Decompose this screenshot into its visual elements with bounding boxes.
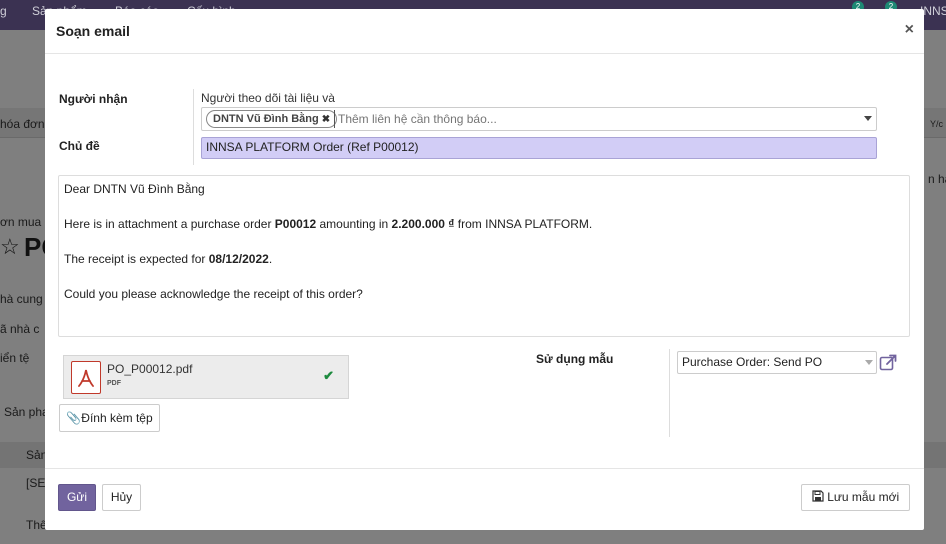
template-value: Purchase Order: Send PO — [682, 355, 823, 369]
recipient-tag-label: DNTN Vũ Đình Bằng — [213, 113, 319, 125]
attachment-file-name[interactable]: PO_P00012.pdf — [107, 362, 192, 376]
bg-status: Y/c — [930, 119, 944, 129]
save-icon — [812, 490, 827, 504]
followers-note: Người theo dõi tài liệu và — [201, 91, 335, 105]
bg-table-row: [SE — [26, 476, 46, 490]
attachment-file-type: PDF — [107, 380, 121, 387]
body-line-ack: Could you please acknowledge the receipt… — [64, 287, 363, 301]
chevron-down-icon[interactable] — [865, 360, 873, 365]
recipient-tag[interactable]: DNTN Vũ Đình Bằng ✖ — [206, 110, 338, 128]
bg-field-vendor-ref: ã nhà c — [0, 322, 40, 336]
email-body-editor[interactable]: Dear DNTN Vũ Đình Bằng Here is in attach… — [58, 175, 910, 337]
attachment-card[interactable]: PO_P00012.pdf PDF ✔ — [63, 355, 349, 399]
dialog-header: Soạn email × — [45, 9, 924, 54]
compose-email-dialog: Soạn email × Người nhận Người theo dõi t… — [45, 9, 924, 530]
template-label: Sử dụng mẫu — [536, 352, 614, 366]
bg-side-label: n hà — [928, 172, 946, 186]
bg-invoice-tab: hóa đơn — [0, 117, 45, 131]
template-select[interactable]: Purchase Order: Send PO — [677, 351, 877, 374]
save-template-button[interactable]: Lưu mẫu mới — [801, 484, 910, 511]
bg-tab-products: Sản pha — [4, 405, 49, 419]
send-button[interactable]: Gửi — [58, 484, 96, 511]
remove-tag-icon[interactable]: ✖ — [322, 114, 330, 125]
chevron-down-icon[interactable] — [864, 116, 872, 121]
paperclip-icon: 📎 — [66, 411, 82, 425]
pdf-icon — [71, 361, 101, 394]
bg-breadcrumb: ơn mua — [0, 215, 42, 229]
bg-field-vendor: hà cung — [0, 292, 43, 306]
body-greeting: Dear DNTN Vũ Đình Bằng — [64, 182, 205, 196]
divider — [193, 89, 194, 165]
body-line-order: Here is in attachment a purchase order P… — [64, 217, 593, 231]
dialog-title: Soạn email — [56, 23, 130, 39]
recipient-input[interactable] — [334, 110, 834, 128]
external-link-icon[interactable] — [879, 354, 897, 374]
recipients-field[interactable]: DNTN Vũ Đình Bằng ✖ — [201, 107, 877, 131]
star-icon: ☆ — [0, 234, 20, 259]
subject-label: Chủ đề — [59, 139, 100, 153]
save-template-label: Lưu mẫu mới — [827, 490, 900, 504]
subject-input[interactable]: INNSA PLATFORM Order (Ref P00012) — [201, 137, 877, 159]
close-button[interactable]: × — [905, 21, 914, 39]
cancel-button[interactable]: Hủy — [102, 484, 141, 511]
bg-field-currency: iển tệ — [0, 351, 30, 365]
nav-item: g — [0, 4, 7, 18]
body-line-receipt: The receipt is expected for 08/12/2022. — [64, 252, 273, 266]
dialog-footer: Gửi Hủy Lưu mẫu mới — [45, 468, 924, 530]
divider — [669, 349, 670, 437]
recipients-label: Người nhận — [59, 92, 128, 106]
checkmark-icon: ✔ — [323, 368, 334, 383]
bg-table-row: Thê — [26, 518, 47, 532]
attach-file-button[interactable]: 📎Đính kèm tệp — [59, 404, 160, 432]
